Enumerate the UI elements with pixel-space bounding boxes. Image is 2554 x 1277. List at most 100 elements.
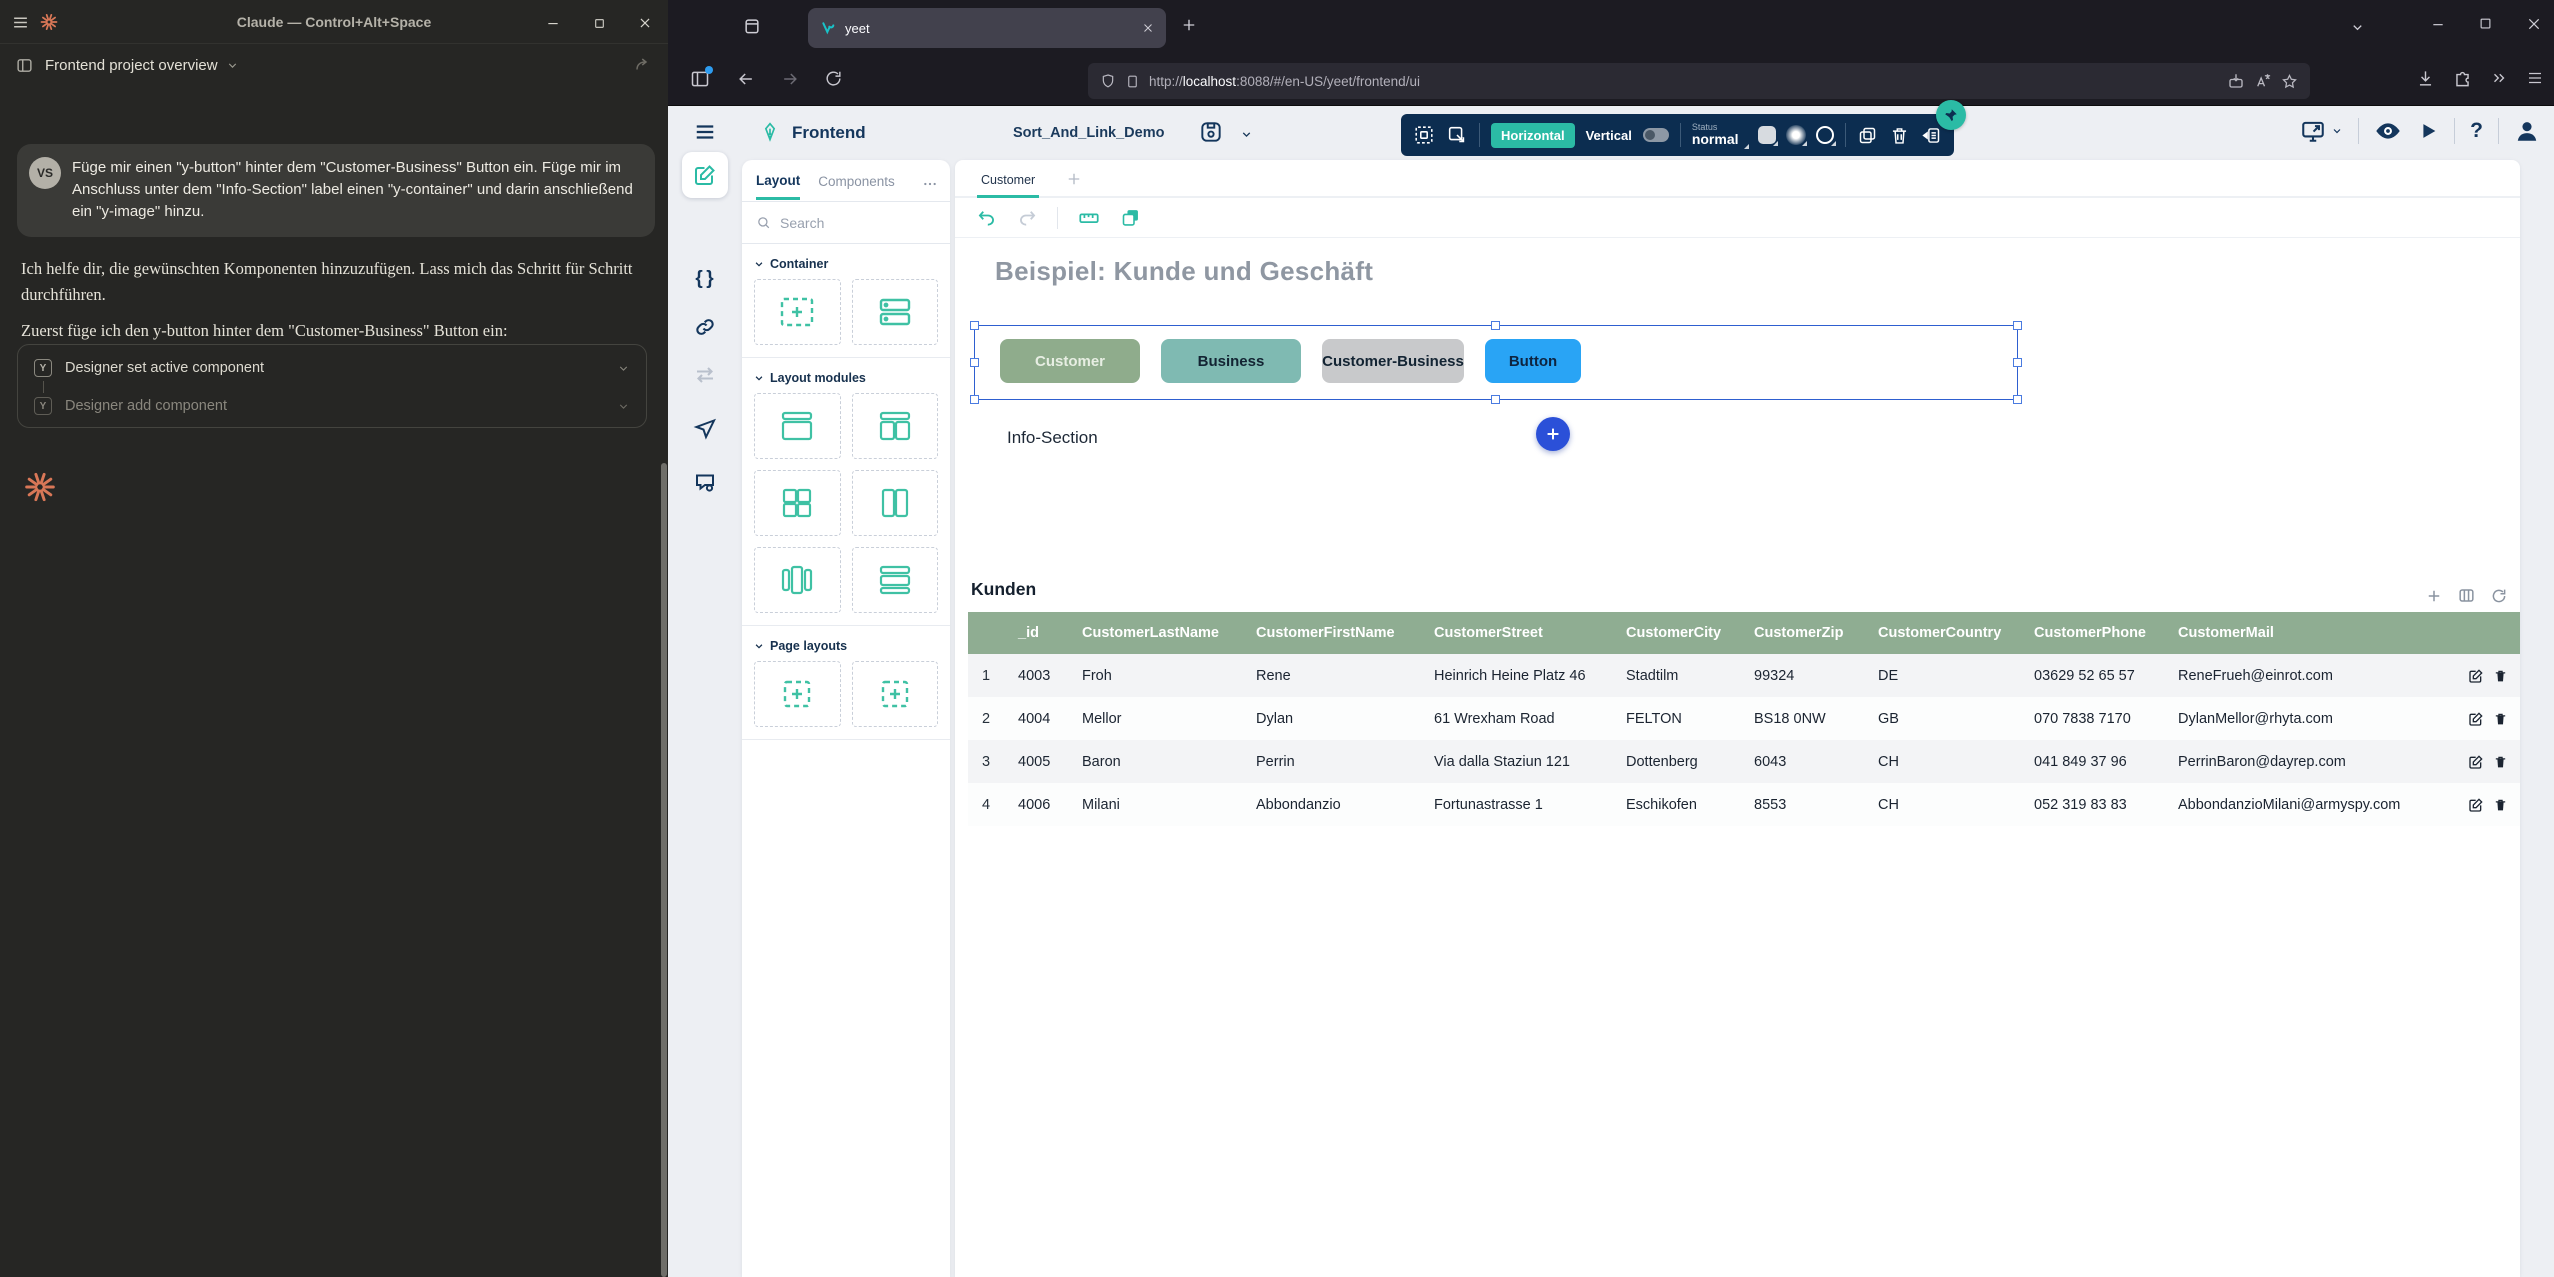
tile-header-two-columns[interactable] [851,393,938,459]
browser-tab-yeet[interactable]: yeet [808,8,1166,48]
tile-add-container[interactable] [754,279,841,345]
translate-icon[interactable] [2254,72,2272,90]
app-menu-hamburger-icon[interactable] [694,121,716,143]
tab-components[interactable]: Components [818,163,895,198]
app-menu-icon[interactable] [2526,69,2544,87]
column-header-CustomerMail[interactable]: CustomerMail [2164,612,2456,654]
column-header-CustomerZip[interactable]: CustomerZip [1740,612,1864,654]
preview-eye-icon[interactable] [2374,117,2402,145]
page-info-icon[interactable] [1125,74,1140,89]
tile-add-page[interactable] [754,661,841,727]
redo-icon[interactable] [1017,208,1037,228]
firefox-view-icon[interactable] [742,16,762,36]
tile-three-rows[interactable] [851,547,938,613]
shape-outline-circle-button[interactable] [1815,126,1836,146]
undo-icon[interactable] [977,208,997,228]
delete-row-icon[interactable] [2493,668,2508,684]
project-name[interactable]: Sort_And_Link_Demo [1013,125,1164,141]
column-header-CustomerLastName[interactable]: CustomerLastName [1068,612,1242,654]
selection-handle[interactable] [2013,395,2022,404]
chevron-down-icon[interactable] [617,400,630,413]
forward-button[interactable] [780,69,800,89]
window-maximize-button[interactable] [2478,16,2493,31]
snapshot-icon[interactable] [1446,124,1468,146]
info-section-label[interactable]: Info-Section [1007,428,1098,448]
table-row[interactable]: 2 4004 Mellor Dylan 61 Wrexham Road FELTON BS1… [968,697,2520,740]
sidebar-toggle-icon[interactable] [16,57,33,74]
extensions-puzzle-icon[interactable] [2453,69,2472,88]
run-play-icon[interactable] [2417,120,2439,142]
new-tab-button[interactable] [1180,16,1198,34]
downloads-icon[interactable] [2416,69,2435,88]
selection-handle[interactable] [970,357,979,367]
reload-button[interactable] [824,69,843,88]
tile-two-columns[interactable] [851,470,938,536]
selection-handle[interactable] [1491,321,1500,330]
component-search[interactable]: Search [742,202,950,244]
tool-call-row[interactable]: Y Designer set active component [34,355,630,381]
edit-row-icon[interactable] [2468,754,2484,770]
save-project-icon[interactable] [1198,119,1224,145]
section-header[interactable]: Page layouts [754,635,938,661]
claude-minimize-button[interactable] [542,12,564,34]
chevron-down-icon[interactable] [226,59,239,72]
column-header-CustomerStreet[interactable]: CustomerStreet [1420,612,1612,654]
table-refresh-icon[interactable] [2490,587,2508,605]
canvas-button-button[interactable]: Button [1485,339,1581,383]
table-row[interactable]: 4 4006 Milani Abbondanzio Fortunastrasse 1 Es… [968,783,2520,826]
canvas-button-customer[interactable]: Customer [1000,339,1140,383]
share-arrow-icon[interactable] [634,56,652,74]
add-component-fab[interactable] [1536,417,1570,451]
chevron-down-icon[interactable] [617,362,630,375]
orientation-toggle[interactable] [1642,128,1669,142]
selection-handle[interactable] [970,321,979,330]
tool-call-row[interactable]: Y Designer add component [34,393,630,419]
tab-close-icon[interactable] [1142,22,1154,34]
ruler-icon[interactable] [1078,207,1100,229]
window-minimize-button[interactable] [2430,16,2446,32]
shape-blur-circle-button[interactable] [1785,125,1807,146]
section-header[interactable]: Layout modules [754,367,938,393]
orientation-horizontal-button[interactable]: Horizontal [1491,122,1575,148]
column-header-_id[interactable]: _id [1004,612,1068,654]
claude-close-button[interactable] [634,12,656,34]
selection-handle[interactable] [1491,395,1500,404]
chevron-down-icon[interactable] [1240,128,1253,141]
canvas-button-business[interactable]: Business [1161,339,1301,383]
delete-row-icon[interactable] [2493,797,2508,813]
tile-header-content[interactable] [754,393,841,459]
column-header-CustomerCountry[interactable]: CustomerCountry [1864,612,2020,654]
rail-designer-tab[interactable] [682,152,728,198]
rail-transfer-tab[interactable] [682,352,728,398]
window-close-button[interactable] [2526,16,2542,32]
back-button[interactable] [736,69,756,89]
rail-link-tab[interactable] [682,304,728,350]
table-add-row-icon[interactable] [2425,587,2443,605]
user-account-icon[interactable] [2514,118,2540,144]
selection-handle[interactable] [2013,357,2022,367]
bookmark-star-icon[interactable] [2281,73,2298,90]
orientation-vertical-button[interactable]: Vertical [1586,128,1632,143]
save-page-icon[interactable] [2227,72,2245,90]
edit-row-icon[interactable] [2468,668,2484,684]
tile-grid-2x2[interactable] [754,470,841,536]
more-options-icon[interactable] [922,176,938,192]
selection-handle[interactable] [970,395,979,404]
url-bar[interactable]: http://localhost:8088/#/en-US/yeet/front… [1088,63,2310,99]
column-header-CustomerCity[interactable]: CustomerCity [1612,612,1740,654]
help-icon[interactable]: ? [2470,119,2483,143]
sidebar-panel-icon[interactable] [690,66,713,89]
duplicate-icon[interactable] [1857,125,1878,146]
device-preview-icon[interactable] [2300,118,2343,144]
page-tab-customer[interactable]: Customer [977,163,1040,198]
delete-trash-icon[interactable] [1889,125,1910,146]
status-selector[interactable]: Status normal [1692,122,1749,150]
column-header-CustomerFirstName[interactable]: CustomerFirstName [1242,612,1420,654]
shield-icon[interactable] [1100,73,1116,89]
list-all-tabs-icon[interactable] [2350,20,2365,35]
tab-layout[interactable]: Layout [756,162,801,200]
table-columns-icon[interactable] [2457,586,2476,605]
select-area-icon[interactable] [1413,124,1435,146]
overflow-chevrons-icon[interactable] [2490,69,2508,87]
add-page-tab-icon[interactable] [1065,170,1083,196]
